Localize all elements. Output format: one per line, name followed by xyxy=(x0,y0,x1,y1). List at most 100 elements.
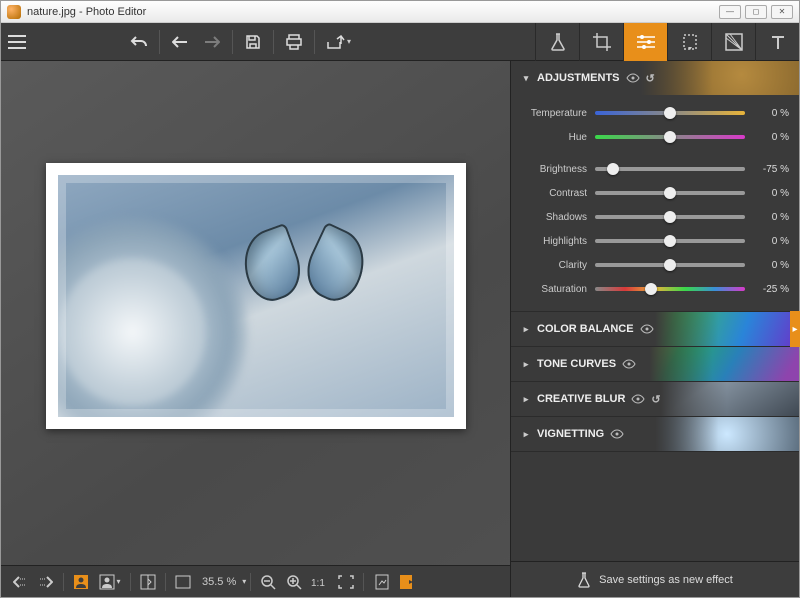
visibility-toggle[interactable] xyxy=(622,359,636,369)
adjust-tab[interactable] xyxy=(623,23,667,61)
top-toolbar: ▾ xyxy=(1,23,799,61)
slider-thumb[interactable] xyxy=(664,131,676,143)
flask-icon xyxy=(550,33,566,51)
slider-track[interactable] xyxy=(595,215,745,219)
sliders-icon xyxy=(637,34,655,50)
print-button[interactable] xyxy=(278,27,310,57)
slider-thumb[interactable] xyxy=(645,283,657,295)
crop-tab[interactable] xyxy=(579,23,623,61)
export-icon xyxy=(327,35,345,49)
close-button[interactable]: ✕ xyxy=(771,5,793,19)
zoom-out-button[interactable] xyxy=(255,570,281,594)
maximize-button[interactable]: ◻ xyxy=(745,5,767,19)
slider-brightness: Brightness -75 % xyxy=(521,157,789,181)
slider-thumb[interactable] xyxy=(664,211,676,223)
section-header-vignetting[interactable]: ▸ VIGNETTING xyxy=(511,417,799,451)
eye-icon xyxy=(631,394,645,404)
effects-tab[interactable] xyxy=(535,23,579,61)
export-button[interactable]: ▾ xyxy=(319,27,359,57)
section-label: ADJUSTMENTS xyxy=(537,72,620,84)
slider-track[interactable] xyxy=(595,135,745,139)
back-button[interactable] xyxy=(164,27,196,57)
slider-track[interactable] xyxy=(595,239,745,243)
section-vignetting: ▸ VIGNETTING xyxy=(511,417,799,452)
section-label: VIGNETTING xyxy=(537,428,604,440)
slider-shadows: Shadows 0 % xyxy=(521,205,789,229)
slider-thumb[interactable] xyxy=(664,187,676,199)
slider-track[interactable] xyxy=(595,287,745,291)
fit-screen-button[interactable] xyxy=(170,570,196,594)
text-tab[interactable] xyxy=(755,23,799,61)
collapse-panel-button[interactable]: ▸ xyxy=(790,311,800,347)
section-header-creativeblur[interactable]: ▸ CREATIVE BLUR ↺ xyxy=(511,382,799,416)
gal-r-icon xyxy=(399,574,415,590)
gallery-right-button[interactable] xyxy=(394,570,420,594)
undo-button[interactable] xyxy=(123,27,155,57)
oneone-icon: 1:1 xyxy=(311,575,329,589)
selection-icon xyxy=(682,33,698,51)
mask-tab[interactable] xyxy=(711,23,755,61)
section-tonecurves: ▸ TONE CURVES xyxy=(511,347,799,382)
canvas-viewport[interactable] xyxy=(1,61,510,565)
slider-contrast: Contrast 0 % xyxy=(521,181,789,205)
undo-icon xyxy=(130,34,148,50)
crop-icon xyxy=(593,33,611,51)
arrow-left-icon xyxy=(172,36,188,48)
selection-tab[interactable] xyxy=(667,23,711,61)
save-button[interactable] xyxy=(237,27,269,57)
app-window: nature.jpg - Photo Editor — ◻ ✕ xyxy=(0,0,800,598)
zoom-fit-button[interactable] xyxy=(333,570,359,594)
zoom-dropdown[interactable]: ▾ xyxy=(242,577,246,586)
collapse-icon: ▾ xyxy=(521,73,531,84)
menu-button[interactable] xyxy=(1,27,33,57)
svg-text:1:1: 1:1 xyxy=(311,578,325,589)
section-header-adjustments[interactable]: ▾ ADJUSTMENTS ↺ xyxy=(511,61,799,95)
adjustments-sliders: Temperature 0 % Hue 0 % Bri xyxy=(511,95,799,311)
portrait-mode-button[interactable] xyxy=(68,570,94,594)
gal-l-icon xyxy=(373,574,389,590)
eye-icon xyxy=(610,429,624,439)
portrait-compare-button[interactable]: ▾ xyxy=(94,570,126,594)
zoom-value: 35.5 % xyxy=(202,576,236,588)
floppy-icon xyxy=(245,34,261,50)
visibility-toggle[interactable] xyxy=(626,73,640,83)
slider-track[interactable] xyxy=(595,167,745,171)
section-label: COLOR BALANCE xyxy=(537,323,634,335)
content: ▾ xyxy=(1,23,799,597)
portrait-icon xyxy=(73,574,89,590)
visibility-toggle[interactable] xyxy=(610,429,624,439)
slider-thumb[interactable] xyxy=(607,163,619,175)
eye-icon xyxy=(640,324,654,334)
canvas-area: ▾ 35.5 % ▾ 1:1 xyxy=(1,61,510,597)
prev-image-button[interactable] xyxy=(7,570,33,594)
text-icon xyxy=(770,34,786,50)
slider-thumb[interactable] xyxy=(664,259,676,271)
slider-track[interactable] xyxy=(595,191,745,195)
slider-track[interactable] xyxy=(595,263,745,267)
expand-icon: ▸ xyxy=(521,429,531,440)
visibility-toggle[interactable] xyxy=(640,324,654,334)
slider-thumb[interactable] xyxy=(664,107,676,119)
next-image-button[interactable] xyxy=(33,570,59,594)
section-header-colorbalance[interactable]: ▸ COLOR BALANCE xyxy=(511,312,799,346)
slider-thumb[interactable] xyxy=(664,235,676,247)
save-effect-button[interactable]: Save settings as new effect xyxy=(511,561,799,597)
section-header-tonecurves[interactable]: ▸ TONE CURVES xyxy=(511,347,799,381)
zoom-in-button[interactable] xyxy=(281,570,307,594)
split-view-button[interactable] xyxy=(135,570,161,594)
minimize-button[interactable]: — xyxy=(719,5,741,19)
zoom-100-button[interactable]: 1:1 xyxy=(307,570,333,594)
gallery-left-button[interactable] xyxy=(368,570,394,594)
titlebar: nature.jpg - Photo Editor — ◻ ✕ xyxy=(1,1,799,23)
section-adjustments: ▾ ADJUSTMENTS ↺ Temperature 0 % xyxy=(511,61,799,312)
reset-section[interactable]: ↺ xyxy=(651,393,660,406)
visibility-toggle[interactable] xyxy=(631,394,645,404)
section-creativeblur: ▸ CREATIVE BLUR ↺ xyxy=(511,382,799,417)
slider-clarity: Clarity 0 % xyxy=(521,253,789,277)
eye-icon xyxy=(622,359,636,369)
reset-section[interactable]: ↺ xyxy=(646,72,655,85)
forward-button[interactable] xyxy=(196,27,228,57)
slider-track[interactable] xyxy=(595,111,745,115)
portrait2-icon xyxy=(99,574,115,590)
eye-icon xyxy=(626,73,640,83)
